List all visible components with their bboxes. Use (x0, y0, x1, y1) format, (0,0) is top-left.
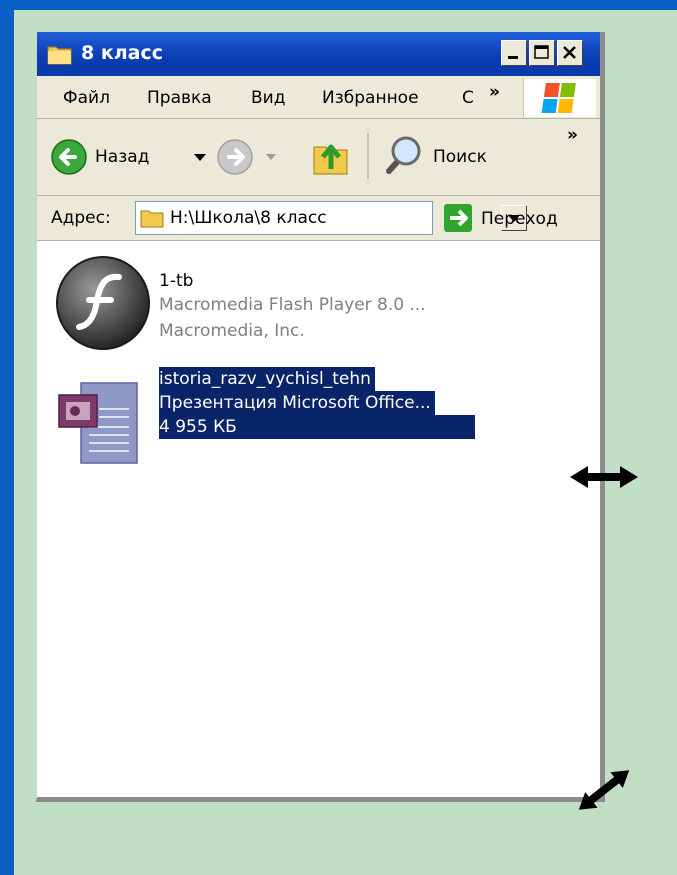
folder-icon (47, 46, 72, 65)
windows-logo (523, 79, 596, 117)
close-button[interactable] (557, 40, 583, 66)
toolbar-separator (367, 133, 369, 179)
back-label: Назад (95, 147, 150, 167)
menu-edit[interactable]: Правка (147, 88, 212, 108)
forward-button[interactable] (215, 137, 295, 177)
search-icon (386, 136, 421, 174)
file-name: istoria_razv_vychisl_tehn (159, 367, 375, 391)
address-input[interactable]: H:\Школа\8 класс (135, 201, 527, 235)
file-detail: Macromedia, Inc. (159, 321, 305, 341)
search-button[interactable]: Поиск (379, 133, 519, 179)
diagonal-resize-arrow-icon (578, 770, 630, 810)
chevron-down-icon (266, 154, 276, 160)
file-name: 1-tb (159, 271, 194, 291)
go-arrow-icon (444, 204, 472, 232)
file-detail: 4 955 КБ (159, 415, 475, 439)
menu-overflow-chevron[interactable]: » (489, 82, 500, 102)
back-button[interactable]: Назад (49, 137, 219, 177)
powerpoint-icon (58, 382, 138, 464)
menu-file[interactable]: Файл (63, 88, 110, 108)
menu-view[interactable]: Вид (251, 88, 285, 108)
standard-toolbar: Назад Поиск » (37, 119, 600, 196)
flash-icon (56, 256, 150, 350)
horizontal-resize-arrow-icon (570, 466, 638, 488)
go-label: Переход (481, 209, 558, 229)
menu-favorites[interactable]: Избранное (322, 88, 419, 108)
file-item-flash[interactable]: 1-tb Macromedia Flash Player 8.0 ... Mac… (37, 253, 577, 353)
back-arrow-icon (51, 139, 87, 175)
file-type: Macromedia Flash Player 8.0 ... (159, 295, 426, 315)
explorer-window: 8 класс Файл Правка Вид Избранное С » На… (36, 32, 605, 802)
forward-arrow-icon (217, 139, 253, 175)
file-list: 1-tb Macromedia Flash Player 8.0 ... Mac… (37, 241, 600, 797)
file-item-presentation[interactable]: istoria_razv_vychisl_tehn Презентация Mi… (37, 367, 577, 467)
search-label: Поиск (433, 147, 487, 167)
maximize-icon (534, 45, 549, 59)
minimize-button[interactable] (501, 40, 527, 66)
address-bar: Адрес: H:\Школа\8 класс Переход (37, 196, 600, 241)
chevron-down-icon (194, 154, 206, 161)
menu-bar: Файл Правка Вид Избранное С » (37, 76, 600, 119)
go-button[interactable]: Переход (443, 200, 599, 236)
address-label: Адрес: (51, 208, 111, 228)
maximize-button[interactable] (529, 40, 555, 66)
file-type: Презентация Microsoft Office... (159, 391, 435, 415)
menu-service[interactable]: С (462, 88, 474, 108)
minimize-icon (508, 56, 518, 59)
folder-up-icon[interactable] (311, 133, 351, 177)
folder-icon (140, 210, 164, 228)
close-icon (563, 46, 576, 59)
address-value: H:\Школа\8 класс (170, 208, 327, 228)
toolbar-overflow-chevron[interactable]: » (567, 125, 578, 145)
window-title: 8 класс (81, 42, 163, 64)
title-bar[interactable]: 8 класс (37, 32, 600, 76)
